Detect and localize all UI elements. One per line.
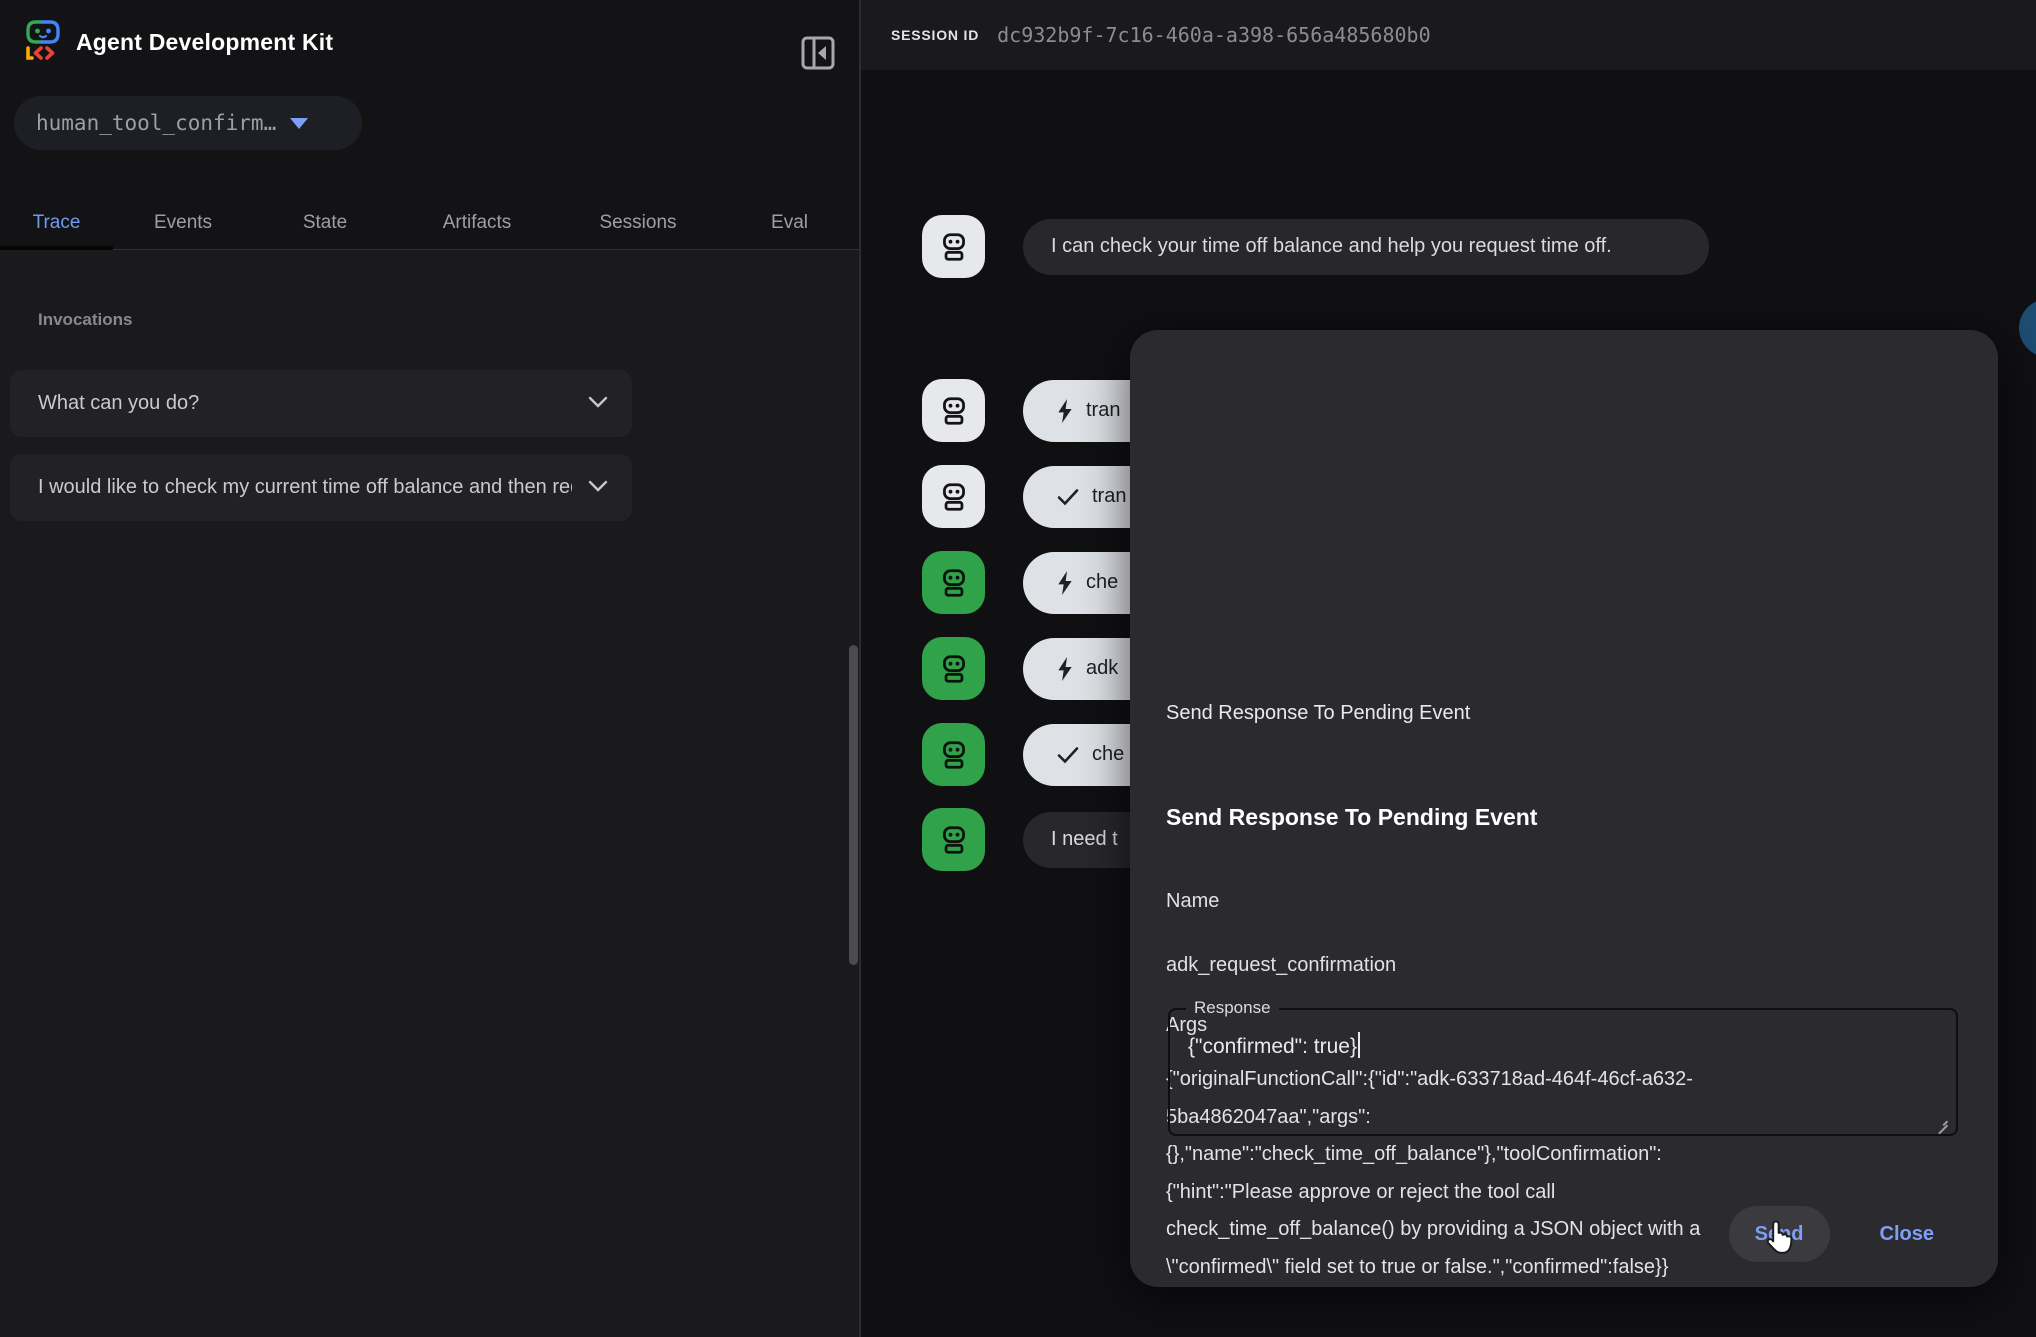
pending-event-dialog: Send Response To Pending Event Send Resp… bbox=[1130, 330, 1998, 1287]
bot-avatar-icon bbox=[922, 637, 985, 700]
bolt-icon bbox=[1057, 657, 1073, 681]
agent-select-dropdown[interactable]: human_tool_confirm… bbox=[14, 96, 362, 150]
chevron-down-icon bbox=[588, 395, 608, 413]
dialog-actions: Send Close bbox=[1729, 1206, 1960, 1262]
dialog-heading: Send Response To Pending Event bbox=[1166, 804, 1537, 831]
name-value: adk_request_confirmation bbox=[1166, 954, 1396, 977]
check-icon bbox=[1057, 746, 1079, 764]
tab-state[interactable]: State bbox=[253, 196, 397, 249]
adk-logo-icon bbox=[24, 19, 62, 66]
invocation-text: What can you do? bbox=[38, 392, 572, 415]
args-line: {},"name":"check_time_off_balance"},"too… bbox=[1166, 1136, 1958, 1174]
session-header: SESSION ID dc932b9f-7c16-460a-a398-656a4… bbox=[861, 0, 2036, 70]
tab-artifacts[interactable]: Artifacts bbox=[397, 196, 557, 249]
invocation-text: I would like to check my current time of… bbox=[38, 476, 572, 499]
dialog-title: Send Response To Pending Event bbox=[1166, 702, 1470, 725]
close-button[interactable]: Close bbox=[1854, 1206, 1960, 1262]
bot-avatar-icon bbox=[922, 379, 985, 442]
collapse-sidebar-icon[interactable] bbox=[801, 36, 835, 70]
adk-web-app: Agent Development Kit human_tool_confirm… bbox=[0, 0, 2036, 1337]
session-id-value: dc932b9f-7c16-460a-a398-656a485680b0 bbox=[997, 23, 1430, 47]
tool-call-label: che bbox=[1086, 571, 1118, 594]
tool-result-label: tran bbox=[1092, 485, 1126, 508]
tool-call-label: adk bbox=[1086, 657, 1118, 680]
sidebar-scrollbar-thumb[interactable] bbox=[849, 645, 858, 965]
session-id-label: SESSION ID bbox=[891, 27, 979, 43]
invocation-item[interactable]: I would like to check my current time of… bbox=[10, 454, 632, 521]
tab-sessions[interactable]: Sessions bbox=[557, 196, 719, 249]
tool-call-label: tran bbox=[1086, 399, 1120, 422]
bot-avatar-icon bbox=[922, 215, 985, 278]
bot-avatar-icon bbox=[922, 465, 985, 528]
tab-events[interactable]: Events bbox=[113, 196, 253, 249]
sidebar-tabs: Trace Events State Artifacts Sessions Ev… bbox=[0, 196, 860, 250]
sidebar-header: Agent Development Kit bbox=[24, 20, 333, 64]
response-textarea[interactable]: Response {"confirmed": true} bbox=[1168, 1008, 1958, 1136]
text-caret bbox=[1358, 1032, 1360, 1058]
tab-eval[interactable]: Eval bbox=[719, 196, 860, 249]
send-button[interactable]: Send bbox=[1729, 1206, 1830, 1262]
bot-avatar-icon bbox=[922, 808, 985, 871]
bot-avatar-icon bbox=[922, 723, 985, 786]
bolt-icon bbox=[1057, 399, 1073, 423]
invocation-item[interactable]: What can you do? bbox=[10, 370, 632, 437]
tab-trace[interactable]: Trace bbox=[0, 196, 113, 249]
bot-message-bubble: I can check your time off balance and he… bbox=[1023, 219, 1709, 275]
name-label: Name bbox=[1166, 890, 1219, 913]
tool-result-label: che bbox=[1092, 743, 1124, 766]
check-icon bbox=[1057, 488, 1079, 506]
app-title: Agent Development Kit bbox=[76, 29, 333, 56]
bolt-icon bbox=[1057, 571, 1073, 595]
resize-handle-icon[interactable] bbox=[1936, 1114, 1948, 1126]
bot-avatar-icon bbox=[922, 551, 985, 614]
agent-select-value: human_tool_confirm… bbox=[36, 111, 276, 135]
invocations-heading: Invocations bbox=[38, 310, 132, 330]
dropdown-arrow-icon bbox=[290, 118, 308, 129]
chevron-down-icon bbox=[588, 479, 608, 497]
response-field-label: Response bbox=[1186, 998, 1279, 1018]
sidebar: Agent Development Kit human_tool_confirm… bbox=[0, 0, 860, 1337]
panel-divider bbox=[859, 0, 861, 1337]
response-field-value: {"confirmed": true} bbox=[1188, 1032, 1360, 1059]
